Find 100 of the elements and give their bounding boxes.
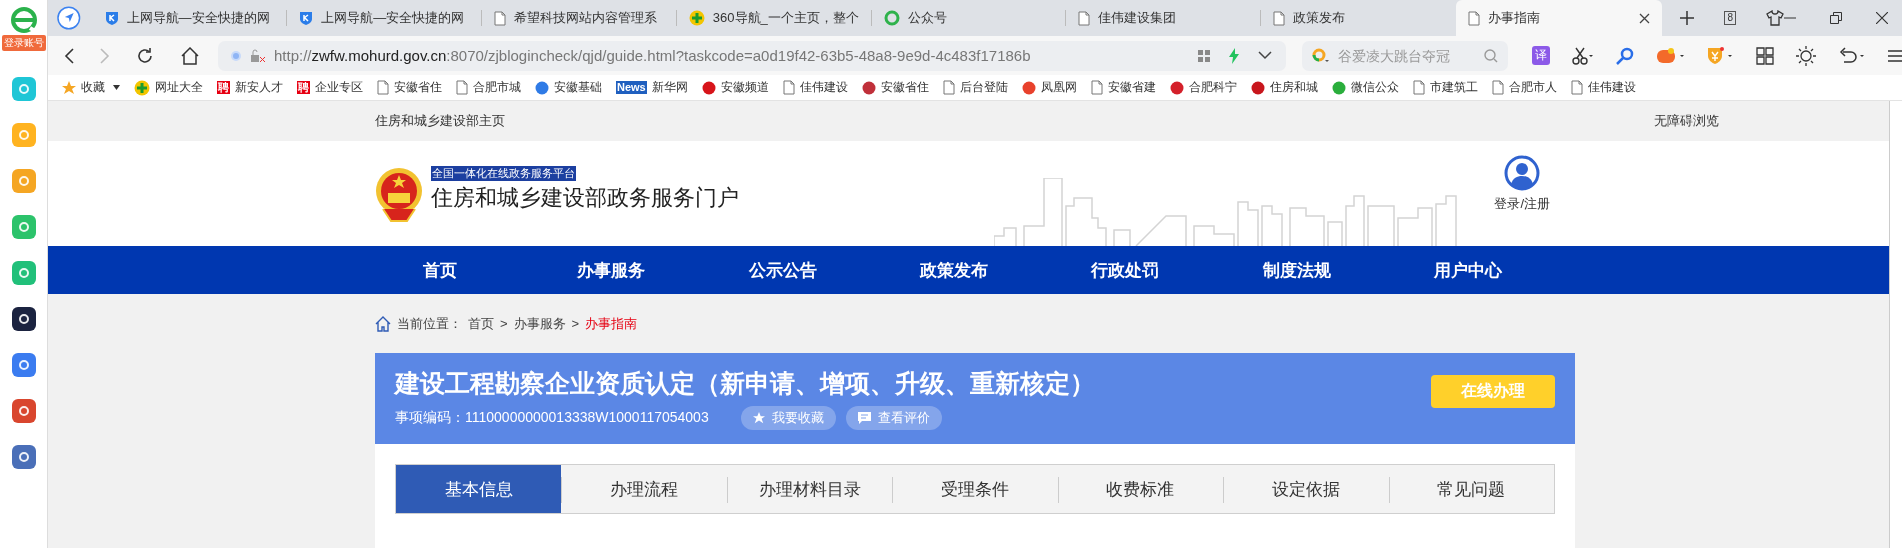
browser-tab[interactable]: 政策发布	[1261, 0, 1456, 36]
status-dot-icon	[230, 49, 242, 62]
dropdown-caret-icon[interactable]	[113, 85, 120, 90]
scissors-icon[interactable]	[1572, 46, 1594, 65]
nav-link[interactable]: 制度法规	[1211, 258, 1383, 282]
shield-yen-icon[interactable]	[1706, 46, 1734, 65]
menu-icon[interactable]	[1888, 48, 1902, 63]
browser-tab[interactable]: 上网导航—安全快捷的网	[92, 0, 288, 36]
browser-tab[interactable]: 办事指南	[1455, 0, 1663, 36]
browser-logo-icon[interactable]	[9, 6, 38, 34]
site-logo-icon: 聘	[217, 81, 230, 94]
tab-count-badge[interactable]: 8	[1724, 11, 1736, 25]
page-icon	[456, 80, 468, 95]
reload-icon[interactable]	[136, 46, 154, 65]
breadcrumb-label: 当前位置：	[397, 314, 462, 333]
nav-link[interactable]: 首页	[354, 258, 526, 282]
bookmark-item[interactable]: 后台登陆	[942, 79, 1008, 96]
detail-tab[interactable]: 收费标准	[1057, 465, 1224, 513]
search-field[interactable]: 谷爱凌大跳台夺冠	[1302, 40, 1508, 71]
browser-tab[interactable]: 佳伟建设集团	[1066, 0, 1262, 36]
bookmark-item[interactable]: 凤凰网	[1021, 79, 1077, 96]
bookmark-item[interactable]: 微信公众	[1331, 79, 1399, 96]
breadcrumb-separator: >	[571, 316, 580, 331]
detail-tab[interactable]: 设定依据	[1223, 465, 1389, 513]
back-icon[interactable]	[64, 47, 74, 64]
service-title: 建设工程勘察企业资质认定（新申请、增项、升级、重新核定）	[395, 368, 1095, 399]
nav-link[interactable]: 办事服务	[525, 258, 697, 282]
app-icon[interactable]	[11, 307, 36, 331]
address-field[interactable]: http://zwfw.mohurd.gov.cn:8070/zjblogincheck/qjd/guide.html?taskcode=a0d19f42-63b5-48a8-9e9d-4c483f17186b	[218, 40, 1286, 71]
star-icon	[752, 412, 765, 424]
browser-tab[interactable]: 希望科技网站内容管理系	[482, 0, 677, 36]
home-icon[interactable]	[180, 46, 200, 65]
gamepad-icon[interactable]	[1656, 46, 1684, 65]
new-tab-plus-icon[interactable]	[1680, 11, 1695, 25]
service-code: 事项编码：11100000000013338W1000117054003	[395, 409, 709, 427]
undo-icon[interactable]	[1838, 46, 1866, 65]
site-logo-icon: News	[616, 81, 647, 94]
brightness-icon[interactable]	[1796, 45, 1816, 66]
page-icon	[1467, 10, 1480, 26]
platform-label: 全国一体化在线政务服务平台	[431, 166, 576, 181]
translate-button[interactable]: 译	[1532, 46, 1550, 65]
bookmark-item[interactable]: 聘 企业专区	[297, 79, 363, 96]
accessibility-link[interactable]: 无障碍浏览	[1654, 112, 1719, 130]
detail-tab[interactable]: 常见问题	[1388, 465, 1554, 513]
homepage-link[interactable]: 住房和城乡建设部主页	[375, 112, 505, 130]
login-register-link[interactable]: 登录/注册	[1494, 154, 1550, 213]
home-icon[interactable]	[375, 315, 391, 332]
detail-tab[interactable]: 办理材料目录	[726, 465, 893, 513]
bookmark-item[interactable]: 安徽基础	[535, 79, 602, 96]
shirt-icon[interactable]	[1766, 10, 1784, 26]
site-logo-icon: 聘	[297, 81, 310, 94]
nav-link[interactable]: 政策发布	[868, 258, 1040, 282]
bookmark-item[interactable]: 合肥科宁	[1169, 79, 1237, 96]
breadcrumb-current: 办事指南	[585, 314, 638, 333]
nav-link[interactable]: 用户中心	[1382, 258, 1554, 282]
comment-icon	[857, 412, 871, 424]
bookmark-item[interactable]: 市建筑工	[1412, 79, 1478, 96]
close-icon[interactable]	[1639, 12, 1651, 24]
star-icon	[62, 80, 76, 95]
page-icon	[1078, 10, 1091, 26]
close-icon[interactable]	[1876, 12, 1888, 24]
page-icon	[1090, 80, 1103, 95]
site-logo-icon	[1331, 80, 1346, 95]
site-logo-icon	[1169, 80, 1184, 95]
chevron-down-icon[interactable]	[1258, 51, 1272, 60]
site-logo-icon	[535, 80, 549, 95]
bookmark-item[interactable]: 住房和城	[1250, 79, 1318, 96]
bookmark-item[interactable]: 网址大全	[134, 79, 203, 96]
bookmark-item[interactable]: 合肥市城	[456, 79, 521, 96]
bookmark-item[interactable]: 佳伟建设	[782, 79, 848, 96]
key-icon[interactable]	[1616, 46, 1634, 65]
bookmark-item[interactable]: 安徽频道	[701, 79, 769, 96]
bookmark-item[interactable]: 聘 新安人才	[217, 79, 283, 96]
user-avatar-icon	[1504, 154, 1541, 191]
bookmark-item[interactable]: 安徽省住	[861, 79, 929, 96]
browser-tab[interactable]: 公众号	[871, 0, 1067, 36]
detail-tab[interactable]: 基本信息	[396, 465, 562, 513]
search-engine-icon	[1312, 47, 1330, 64]
bookmark-item[interactable]: 收藏	[62, 79, 105, 96]
bookmark-item[interactable]: 合肥市人	[1491, 79, 1557, 96]
grid-icon[interactable]	[1756, 46, 1774, 65]
browser-tab[interactable]: 上网导航—安全快捷的网	[287, 0, 483, 36]
breadcrumb-link[interactable]: 首页	[468, 314, 494, 333]
bookmark-item[interactable]: News 新华网	[616, 79, 688, 96]
qr-grid-icon[interactable]	[1198, 49, 1210, 62]
restore-icon[interactable]	[1830, 12, 1842, 24]
page-icon	[377, 80, 389, 95]
site-logo-icon	[1250, 80, 1265, 95]
plus-circle-icon	[134, 79, 150, 96]
site-logo-icon	[701, 80, 716, 95]
nav-link[interactable]: 行政处罚	[1039, 258, 1212, 282]
breadcrumb-link[interactable]: 办事服务	[513, 314, 566, 333]
bookmark-item[interactable]: 安徽省建	[1090, 79, 1156, 96]
bookmark-item[interactable]: 安徽省住	[377, 79, 442, 96]
navigation-compass-icon[interactable]	[57, 6, 81, 30]
detail-tab[interactable]: 办理流程	[561, 465, 727, 513]
browser-tab[interactable]: 360导航_一个主页，整个	[676, 0, 872, 36]
bookmark-item[interactable]: 佳伟建设	[1570, 79, 1636, 96]
detail-tab[interactable]: 受理条件	[892, 465, 1058, 513]
nav-link[interactable]: 公示公告	[696, 258, 869, 282]
